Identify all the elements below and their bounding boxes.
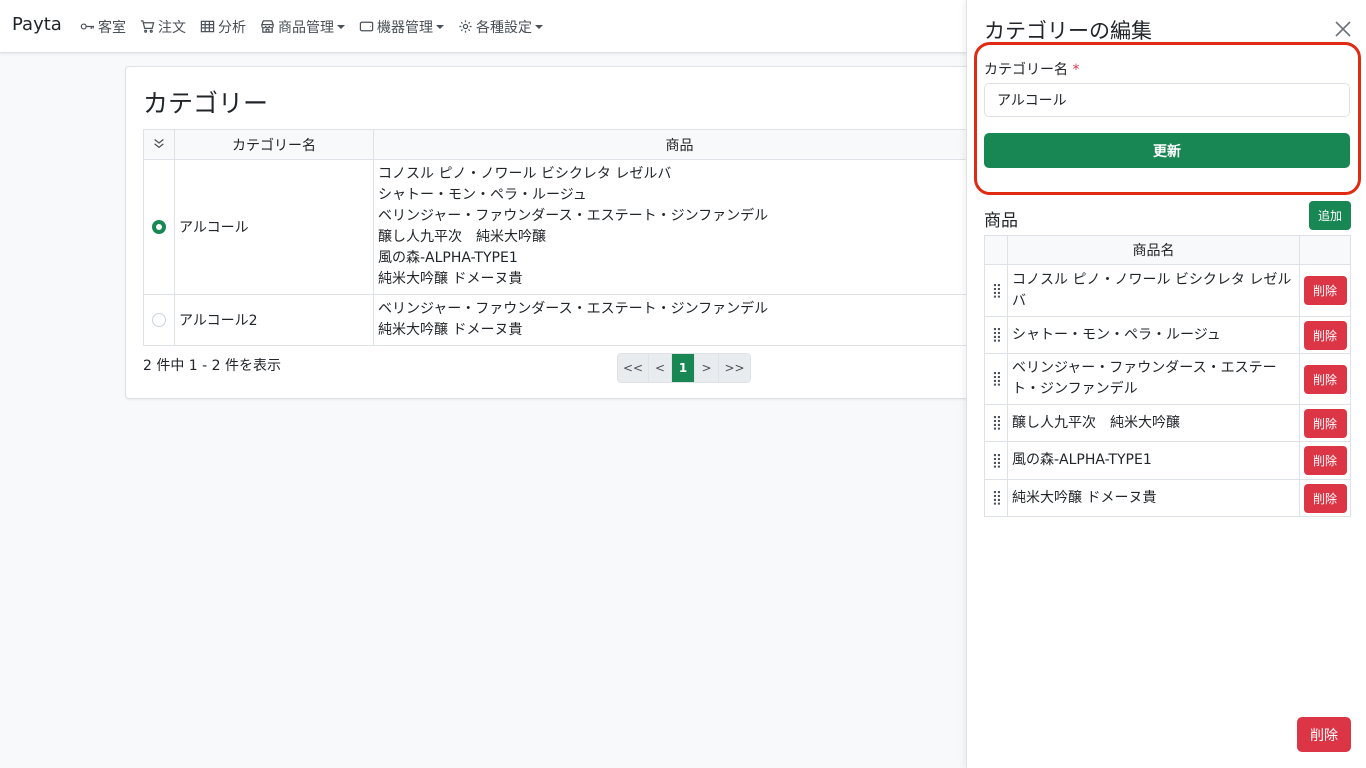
delete-product-button[interactable]: 削除: [1303, 320, 1347, 350]
record-count: 2 件中 1 - 2 件を表示: [143, 358, 282, 374]
category-name-input[interactable]: [984, 83, 1350, 117]
nav-item-orders[interactable]: 注文: [140, 17, 186, 37]
table-header-row: カテゴリー名 商品: [143, 129, 986, 160]
nav-item-analytics[interactable]: 分析: [200, 17, 246, 37]
category-name-cell: アルコール: [174, 159, 374, 295]
drag-handle-icon[interactable]: ⣿: [984, 404, 1008, 442]
close-icon[interactable]: [1333, 19, 1353, 39]
required-mark: *: [1072, 62, 1080, 78]
product-line: ベリンジャー・ファウンダース・エステート・ジンファンデル: [378, 208, 769, 224]
cart-icon: [140, 20, 155, 33]
product-line: ベリンジャー・ファウンダース・エステート・ジンファンデル: [378, 301, 769, 317]
table-row[interactable]: アルコール2 ベリンジャー・ファウンダース・エステート・ジンファンデル 純米大吟…: [143, 294, 986, 346]
add-product-button[interactable]: 追加: [1309, 201, 1351, 230]
product-line: コノスル ピノ・ノワール ビシクレタ レゼルバ: [378, 166, 672, 182]
products-section-title: 商品: [984, 211, 1018, 231]
table-row[interactable]: アルコール コノスル ピノ・ノワール ビシクレタ レゼルバ シャトー・モン・ペラ…: [143, 159, 986, 295]
product-name-cell: シャトー・モン・ペラ・ルージュ: [1007, 316, 1300, 354]
product-name-cell: コノスル ピノ・ノワール ビシクレタ レゼルバ: [1007, 264, 1300, 317]
page-last-button[interactable]: >>: [719, 354, 750, 382]
nav-label: 客室: [98, 19, 126, 36]
panel-title: カテゴリーの編集: [984, 19, 1152, 43]
chevron-down-icon: [535, 24, 543, 29]
field-label-text: カテゴリー名: [984, 62, 1068, 78]
category-table: カテゴリー名 商品 アルコール コノスル ピノ・ノワール ビシクレタ レゼルバ …: [143, 129, 986, 346]
product-name-cell: ベリンジャー・ファウンダース・エステート・ジンファンデル: [1007, 353, 1300, 405]
close-button[interactable]: [1333, 19, 1353, 39]
nav-label: 商品管理: [278, 19, 334, 36]
pagination: << < 1 > >>: [617, 353, 751, 383]
product-name-cell: 醸し人九平次 純米大吟醸: [1007, 404, 1300, 442]
page-title: カテゴリー: [143, 89, 269, 118]
table-row: ⣿ 醸し人九平次 純米大吟醸 削除: [984, 404, 1351, 442]
device-icon: [359, 21, 374, 32]
product-name-cell: 純米大吟醸 ドメーヌ貴: [1007, 479, 1300, 517]
table-row: ⣿ コノスル ピノ・ノワール ビシクレタ レゼルバ 削除: [984, 264, 1351, 317]
row-radio[interactable]: [152, 313, 166, 327]
drag-header: [984, 235, 1008, 265]
table-row: ⣿ シャトー・モン・ペラ・ルージュ 削除: [984, 316, 1351, 354]
delete-category-button[interactable]: 削除: [1297, 717, 1351, 752]
row-select-cell[interactable]: [143, 294, 175, 346]
nav-label: 機器管理: [377, 19, 433, 36]
product-line: 純米大吟醸 ドメーヌ貴: [378, 322, 523, 338]
products-cell: ベリンジャー・ファウンダース・エステート・ジンファンデル 純米大吟醸 ドメーヌ貴: [373, 294, 986, 346]
drag-handle-icon[interactable]: ⣿: [984, 264, 1008, 317]
delete-product-button[interactable]: 削除: [1303, 446, 1347, 475]
nav-item-devices[interactable]: 機器管理: [359, 17, 444, 37]
column-header-product-name: 商品名: [1007, 235, 1300, 265]
shop-icon: [261, 20, 274, 33]
table-row: ⣿ ベリンジャー・ファウンダース・エステート・ジンファンデル 削除: [984, 353, 1351, 405]
row-select-cell[interactable]: [143, 159, 175, 295]
page-current-button[interactable]: 1: [672, 354, 695, 382]
nav-label: 各種設定: [476, 19, 532, 36]
drag-handle-icon[interactable]: ⣿: [984, 353, 1008, 405]
gear-icon: [459, 20, 472, 33]
nav-label: 分析: [218, 19, 246, 36]
product-table: 商品名 ⣿ コノスル ピノ・ノワール ビシクレタ レゼルバ 削除 ⣿ シャトー・…: [984, 235, 1351, 517]
page-next-button[interactable]: >: [695, 354, 719, 382]
drag-handle-icon[interactable]: ⣿: [984, 316, 1008, 354]
main-nav: 客室 注文 分析 商品管理 機器管理 各種設定: [80, 0, 557, 53]
page-prev-button[interactable]: <: [649, 354, 672, 382]
delete-product-button[interactable]: 削除: [1303, 364, 1347, 394]
update-button[interactable]: 更新: [984, 133, 1350, 168]
table-header-row: 商品名: [984, 235, 1351, 265]
delete-product-button[interactable]: 削除: [1303, 276, 1347, 305]
page-first-button[interactable]: <<: [618, 354, 649, 382]
table-row: ⣿ 風の森-ALPHA-TYPE1 削除: [984, 441, 1351, 480]
category-name-label: カテゴリー名 *: [984, 59, 1079, 79]
key-icon: [80, 23, 95, 30]
table-row: ⣿ 純米大吟醸 ドメーヌ貴 削除: [984, 479, 1351, 517]
products-cell: コノスル ピノ・ノワール ビシクレタ レゼルバ シャトー・モン・ペラ・ルージュ …: [373, 159, 986, 295]
delete-product-button[interactable]: 削除: [1303, 408, 1347, 438]
edit-category-panel: カテゴリーの編集 カテゴリー名 * 更新 商品 追加 商品名 ⣿ コノスル ピノ…: [966, 0, 1366, 768]
drag-handle-icon[interactable]: ⣿: [984, 441, 1008, 480]
product-line: シャトー・モン・ペラ・ルージュ: [378, 187, 587, 203]
nav-item-settings[interactable]: 各種設定: [458, 17, 543, 37]
action-header: [1299, 235, 1351, 265]
column-header-products[interactable]: 商品: [373, 129, 986, 160]
product-name-cell: 風の森-ALPHA-TYPE1: [1007, 441, 1300, 480]
category-name-cell: アルコール2: [174, 294, 374, 346]
product-line: 醸し人九平次 純米大吟醸: [378, 229, 546, 245]
product-line: 風の森-ALPHA-TYPE1: [378, 250, 518, 266]
select-all-header[interactable]: [143, 129, 175, 160]
brand-logo[interactable]: Payta: [12, 14, 62, 35]
column-header-name[interactable]: カテゴリー名: [174, 129, 374, 160]
nav-label: 注文: [158, 19, 186, 36]
row-radio[interactable]: [152, 220, 166, 234]
drag-handle-icon[interactable]: ⣿: [984, 479, 1008, 517]
nav-item-products[interactable]: 商品管理: [260, 17, 345, 37]
chevron-down-icon: [436, 24, 444, 29]
nav-item-rooms[interactable]: 客室: [80, 17, 126, 37]
category-card: カテゴリー カテゴリー名 商品 アルコール コノスル ピノ・ノワール ビシクレタ…: [125, 66, 986, 399]
table-icon: [200, 20, 215, 33]
chevron-double-down-icon[interactable]: [152, 136, 166, 150]
chevron-down-icon: [337, 24, 345, 29]
product-line: 純米大吟醸 ドメーヌ貴: [378, 271, 523, 287]
delete-product-button[interactable]: 削除: [1303, 483, 1347, 513]
